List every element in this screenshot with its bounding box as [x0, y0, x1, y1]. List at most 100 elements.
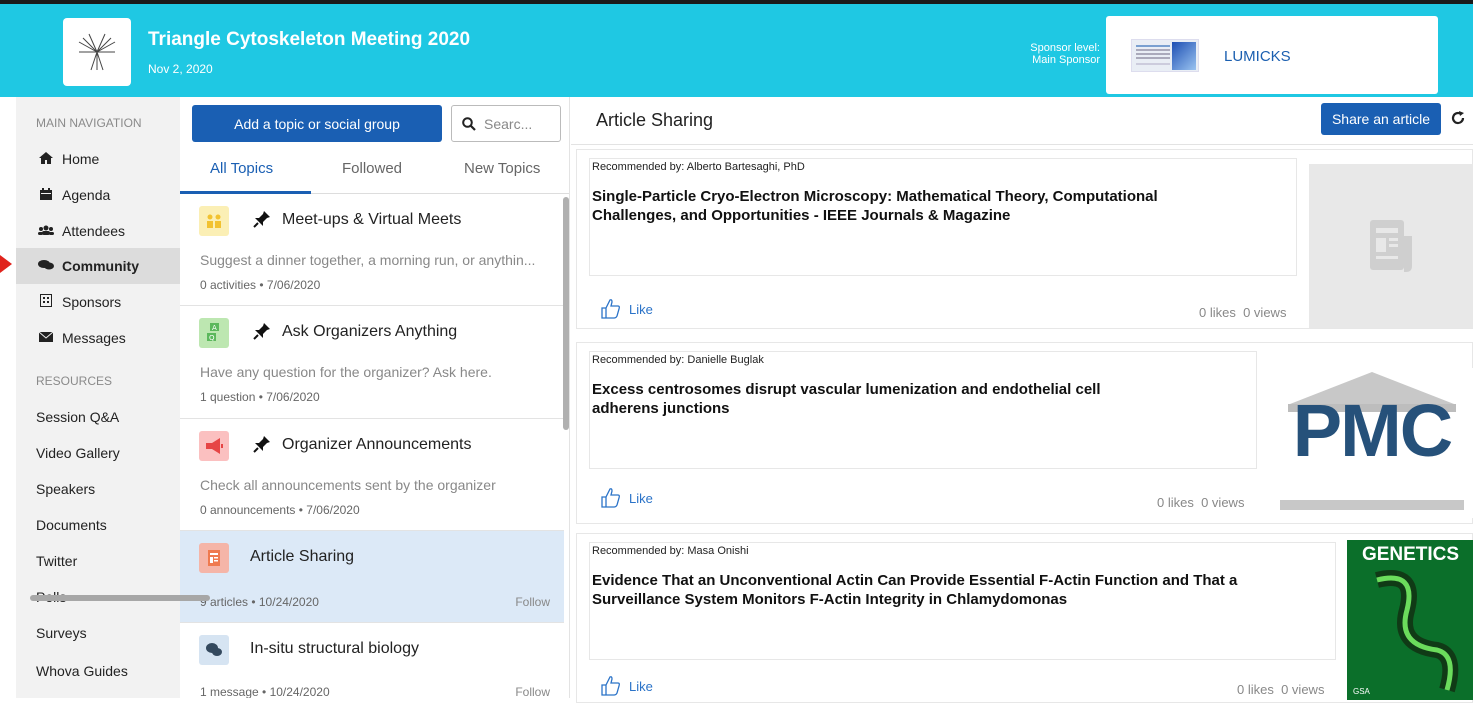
- resources-label: RESOURCES: [36, 374, 113, 388]
- main-navigation-label: MAIN NAVIGATION: [36, 116, 142, 130]
- follow-button[interactable]: Follow: [515, 595, 550, 609]
- event-title: Triangle Cytoskeleton Meeting 2020: [148, 29, 471, 50]
- calendar-icon: [38, 187, 54, 203]
- article-card[interactable]: Recommended by: Masa Onishi Evidence Tha…: [576, 533, 1473, 703]
- sidebar-item-label: Agenda: [62, 187, 111, 203]
- genetics-journal-cover[interactable]: GENETICS GSA: [1347, 540, 1473, 700]
- article-body[interactable]: Recommended by: Alberto Bartesaghi, PhD …: [589, 158, 1297, 276]
- building-icon: [38, 294, 54, 310]
- sidebar-item-home[interactable]: Home: [16, 141, 180, 177]
- sidebar-item-messages[interactable]: Messages: [16, 320, 180, 356]
- article-stats: 0 likes 0 views: [1157, 495, 1244, 510]
- like-button[interactable]: Like: [599, 674, 653, 698]
- article-placeholder-thumbnail[interactable]: [1309, 164, 1473, 328]
- qa-icon: AQ: [199, 318, 229, 348]
- topic-title: Organizer Announcements: [282, 436, 472, 453]
- sidebar-item-whova-guides[interactable]: Whova Guides: [36, 663, 128, 679]
- event-logo[interactable]: [63, 18, 131, 86]
- article-title[interactable]: Single-Particle Cryo-Electron Microscopy…: [592, 187, 1212, 225]
- topic-title: In-situ structural biology: [250, 640, 419, 657]
- sidebar-item-label: Attendees: [62, 223, 126, 239]
- sponsor-name[interactable]: LUMICKS: [1224, 48, 1291, 65]
- like-label: Like: [629, 301, 653, 317]
- search-placeholder: Searc...: [484, 115, 533, 132]
- article-body[interactable]: Recommended by: Danielle Buglak Excess c…: [589, 351, 1257, 469]
- pin-icon: [253, 322, 271, 345]
- topics-scrollbar[interactable]: [563, 197, 569, 430]
- follow-button[interactable]: Follow: [515, 685, 550, 698]
- topic-item-meetups[interactable]: Meet-ups & Virtual Meets Suggest a dinne…: [180, 194, 564, 306]
- article-body[interactable]: Recommended by: Masa Onishi Evidence Tha…: [589, 542, 1336, 660]
- megaphone-icon: [199, 431, 229, 461]
- topic-item-announcements[interactable]: Organizer Announcements Check all announ…: [180, 419, 564, 531]
- sidebar-item-session-qa[interactable]: Session Q&A: [36, 409, 119, 425]
- sidebar-item-label: Community: [62, 258, 139, 274]
- sidebar-item-community[interactable]: Community: [16, 248, 180, 284]
- article-card[interactable]: Recommended by: Danielle Buglak Excess c…: [576, 342, 1473, 524]
- topic-search-input[interactable]: Searc...: [451, 105, 561, 142]
- like-button[interactable]: Like: [599, 486, 653, 510]
- article-feed: Article Sharing Share an article Recomme…: [571, 97, 1473, 703]
- topic-meta: 0 announcements • 7/06/2020: [200, 503, 360, 517]
- recommended-by: Recommended by: Masa Onishi: [592, 545, 749, 557]
- topic-tabs: All Topics Followed New Topics: [180, 152, 569, 194]
- sidebar-item-speakers[interactable]: Speakers: [36, 481, 95, 497]
- starburst-logo-icon: [78, 33, 116, 71]
- recommended-by: Recommended by: Alberto Bartesaghi, PhD: [592, 161, 805, 173]
- svg-text:A: A: [212, 324, 217, 332]
- users-icon: [38, 224, 54, 238]
- sidebar-item-video-gallery[interactable]: Video Gallery: [36, 445, 120, 461]
- sidebar-item-agenda[interactable]: Agenda: [16, 177, 180, 213]
- sidebar-item-attendees[interactable]: Attendees: [16, 213, 180, 249]
- sidebar-item-twitter[interactable]: Twitter: [36, 553, 77, 569]
- topic-meta: 9 articles • 10/24/2020: [200, 595, 319, 609]
- article-placeholder-icon: [1369, 220, 1412, 272]
- publisher-mark: GSA: [1353, 687, 1370, 696]
- tab-followed[interactable]: Followed: [342, 160, 402, 177]
- topic-meta: 1 question • 7/06/2020: [200, 390, 320, 404]
- event-date: Nov 2, 2020: [148, 62, 213, 76]
- sidebar-item-sponsors[interactable]: Sponsors: [16, 284, 180, 320]
- thumbs-up-icon: [601, 299, 620, 319]
- tab-all-topics[interactable]: All Topics: [210, 160, 273, 177]
- article-icon: [199, 543, 229, 573]
- article-stats: 0 likes 0 views: [1199, 305, 1286, 320]
- active-pointer-arrow-icon: [0, 255, 12, 273]
- views-count: 0 views: [1201, 495, 1245, 510]
- pmc-logo-text: PMC: [1292, 389, 1453, 472]
- sidebar-item-label: Home: [62, 151, 100, 167]
- likes-count: 0 likes: [1237, 682, 1274, 697]
- article-stats: 0 likes 0 views: [1237, 682, 1324, 697]
- page-title: Article Sharing: [596, 110, 714, 130]
- event-header: Triangle Cytoskeleton Meeting 2020 Nov 2…: [0, 0, 1473, 97]
- sponsor-banner[interactable]: LUMICKS: [1106, 16, 1438, 94]
- people-icon: [199, 206, 229, 236]
- sidebar-item-surveys[interactable]: Surveys: [36, 625, 87, 641]
- recommended-by: Recommended by: Danielle Buglak: [592, 354, 764, 366]
- add-topic-button[interactable]: Add a topic or social group: [192, 105, 442, 142]
- sidebar-item-label: Sponsors: [62, 294, 122, 310]
- like-label: Like: [629, 678, 653, 694]
- topic-description: Suggest a dinner together, a morning run…: [200, 252, 536, 268]
- topic-description: Have any question for the organizer? Ask…: [200, 364, 492, 380]
- content-divider: [571, 144, 1473, 145]
- topic-description: Check all announcements sent by the orga…: [200, 477, 496, 493]
- topic-item-insitu-structural-biology[interactable]: In-situ structural biology 1 message • 1…: [180, 623, 564, 698]
- views-count: 0 views: [1243, 305, 1287, 320]
- topics-panel: Add a topic or social group Searc... All…: [180, 97, 570, 698]
- pin-icon: [253, 435, 271, 458]
- topic-item-article-sharing[interactable]: Article Sharing 9 articles • 10/24/2020 …: [180, 531, 564, 623]
- share-article-button[interactable]: Share an article: [1321, 103, 1441, 135]
- like-button[interactable]: Like: [599, 297, 653, 321]
- sidebar-item-documents[interactable]: Documents: [36, 517, 107, 533]
- horizontal-scrollbar[interactable]: [30, 595, 210, 601]
- article-title[interactable]: Evidence That an Unconventional Actin Ca…: [592, 571, 1282, 609]
- article-title[interactable]: Excess centrosomes disrupt vascular lume…: [592, 380, 1152, 418]
- sidebar-item-label: Messages: [62, 330, 126, 346]
- refresh-icon[interactable]: [1451, 111, 1465, 129]
- pmc-logo-thumbnail[interactable]: PMC: [1270, 368, 1473, 518]
- tab-new-topics[interactable]: New Topics: [464, 160, 540, 177]
- topic-item-ask-organizers[interactable]: AQ Ask Organizers Anything Have any ques…: [180, 306, 564, 419]
- article-card[interactable]: Recommended by: Alberto Bartesaghi, PhD …: [576, 149, 1473, 329]
- home-icon: [38, 151, 54, 167]
